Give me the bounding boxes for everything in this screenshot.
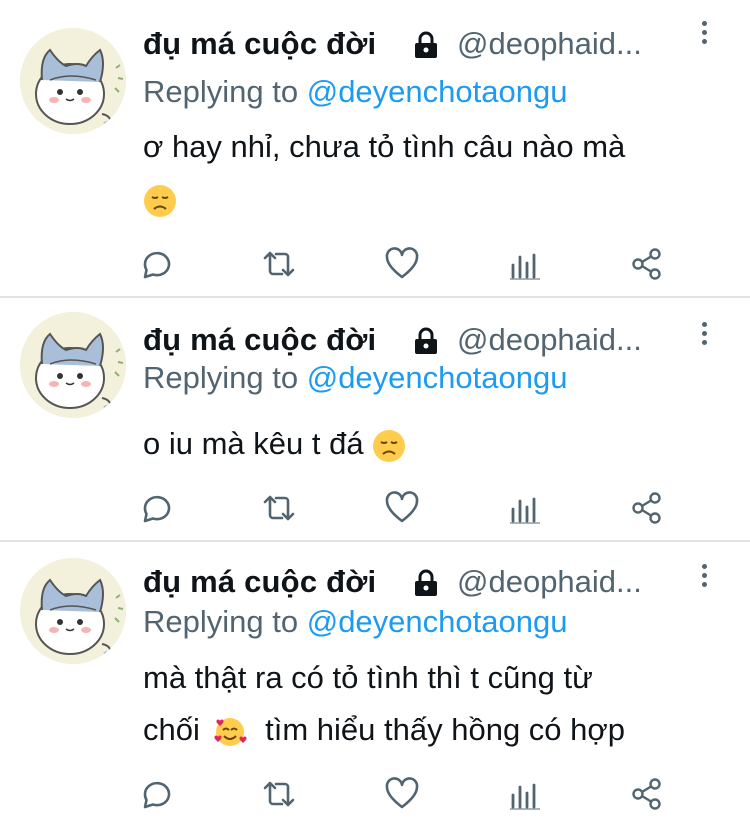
tweet-actions <box>0 244 750 284</box>
reply-mention-link[interactable]: @deyenchotaongu <box>307 604 568 639</box>
tweet-text-fragment: tìm hiểu thấy hồng có hợp <box>265 712 625 747</box>
lock-icon <box>415 327 437 354</box>
lock-icon <box>415 31 437 58</box>
analytics-icon[interactable] <box>505 774 545 814</box>
cat-avatar-icon <box>20 558 126 664</box>
tweet-text-line: ơ hay nhỉ, chưa tỏ tình câu nào mà <box>143 129 626 164</box>
like-icon[interactable] <box>382 488 422 528</box>
tweet-text-line <box>143 173 723 225</box>
like-icon[interactable] <box>382 774 422 814</box>
reply-icon[interactable] <box>137 488 177 528</box>
retweet-icon[interactable] <box>259 774 299 814</box>
more-options-icon[interactable] <box>694 17 714 57</box>
tweet-text: o iu mà kêu t đá <box>143 418 723 470</box>
reply-icon[interactable] <box>137 244 177 284</box>
tweet[interactable]: đụ má cuộc đời @deophaid... Replying to … <box>0 298 750 540</box>
tweet-actions <box>0 488 750 528</box>
disappointed-face-icon <box>373 429 406 462</box>
share-icon[interactable] <box>627 244 667 284</box>
lock-icon <box>415 569 437 596</box>
reply-icon[interactable] <box>137 774 177 814</box>
analytics-icon[interactable] <box>505 488 545 528</box>
reply-mention-link[interactable]: @deyenchotaongu <box>307 360 568 395</box>
cat-avatar-icon <box>20 312 126 418</box>
replying-to-label: Replying to <box>143 360 299 395</box>
share-icon[interactable] <box>627 774 667 814</box>
replying-to: Replying to @deyenchotaongu <box>143 70 567 114</box>
replying-to-label: Replying to <box>143 74 299 109</box>
tweet[interactable]: đụ má cuộc đời @deophaid... Replying to … <box>0 0 750 296</box>
tweet-actions <box>0 774 750 814</box>
tweet-text-line: mà thật ra có tỏ tình thì t cũng từ <box>143 660 593 695</box>
display-name[interactable]: đụ má cuộc đời <box>143 560 376 604</box>
cat-avatar-icon <box>20 28 126 134</box>
replying-to: Replying to @deyenchotaongu <box>143 600 567 644</box>
tweet[interactable]: đụ má cuộc đời @deophaid... Replying to … <box>0 542 750 828</box>
tweet-text: mà thật ra có tỏ tình thì t cũng từ chối… <box>143 652 723 756</box>
disappointed-face-icon <box>144 184 176 217</box>
reply-mention-link[interactable]: @deyenchotaongu <box>307 74 568 109</box>
retweet-icon[interactable] <box>259 488 299 528</box>
replying-to: Replying to @deyenchotaongu <box>143 356 567 400</box>
more-options-icon[interactable] <box>694 560 714 600</box>
smiling-face-with-hearts-icon <box>213 717 247 746</box>
avatar[interactable] <box>20 558 126 664</box>
tweet-text-fragment: chối <box>143 712 200 747</box>
share-icon[interactable] <box>627 488 667 528</box>
retweet-icon[interactable] <box>259 244 299 284</box>
replying-to-label: Replying to <box>143 604 299 639</box>
avatar[interactable] <box>20 28 126 134</box>
tweet-text-line: o iu mà kêu t đá <box>143 426 364 461</box>
user-handle[interactable]: @deophaid... <box>457 560 642 604</box>
display-name[interactable]: đụ má cuộc đời <box>143 22 376 66</box>
tweet-text: ơ hay nhỉ, chưa tỏ tình câu nào mà <box>143 121 723 225</box>
more-options-icon[interactable] <box>694 318 714 358</box>
user-handle[interactable]: @deophaid... <box>457 22 642 66</box>
avatar[interactable] <box>20 312 126 418</box>
like-icon[interactable] <box>382 244 422 284</box>
analytics-icon[interactable] <box>505 244 545 284</box>
tweet-text-line: chối tìm hiểu thấy hồng có hợp <box>143 704 723 756</box>
